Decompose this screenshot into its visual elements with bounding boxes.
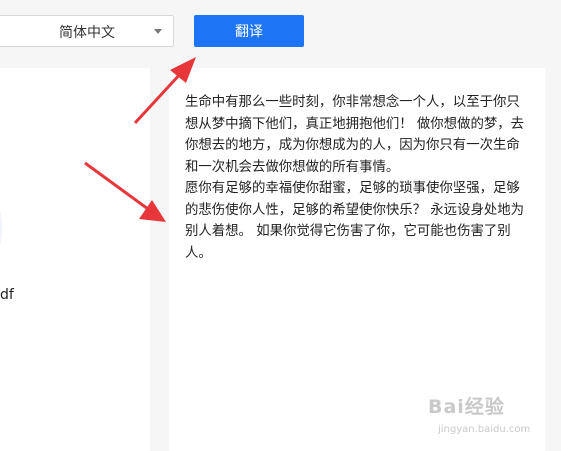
target-language-select[interactable]: 简体中文 [0,15,174,47]
source-text-fragment: df [0,287,14,303]
target-language-value: 简体中文 [59,25,115,41]
toolbar: 简体中文 翻译 [0,0,561,64]
chevron-down-icon [154,29,162,34]
source-text-panel[interactable]: df [0,68,150,451]
source-panel-decoration [0,193,2,263]
watermark-url: jingyan.baidu.com [438,424,531,435]
translate-button[interactable]: 翻译 [194,15,304,47]
translation-result-text: 生命中有那么一些时刻，你非常想念一个人，以至于你只想从梦中摘下他们，真正地拥抱他… [185,95,525,261]
baidu-jingyan-watermark: Bai经验 jingyan.baidu.com [428,392,538,440]
watermark-brand: Bai经验 [428,396,505,418]
